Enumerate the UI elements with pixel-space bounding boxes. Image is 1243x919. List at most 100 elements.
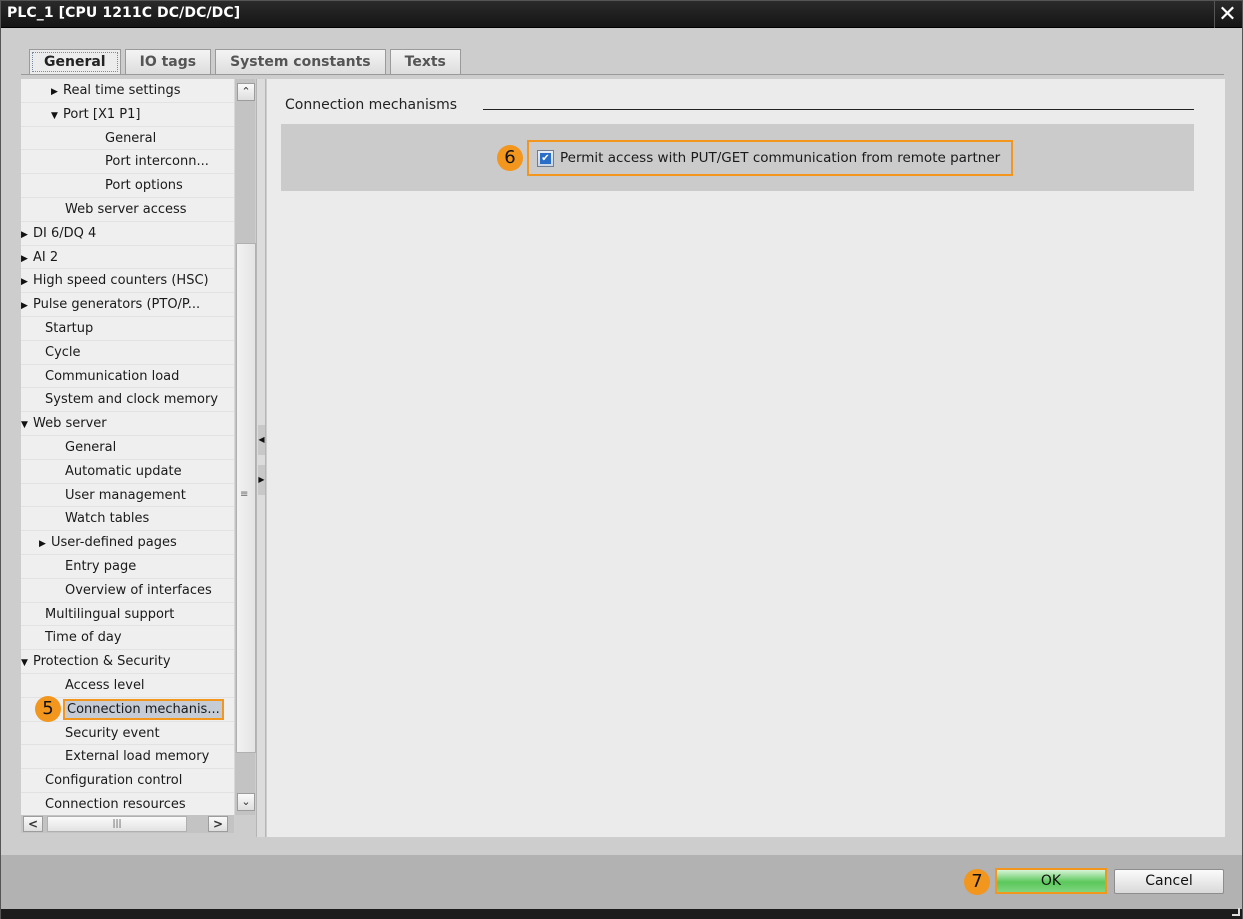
- title-bar[interactable]: PLC_1 [CPU 1211C DC/DC/DC] ✕: [1, 1, 1242, 28]
- tree-item[interactable]: Cycle: [21, 341, 234, 365]
- tree-item-label: Automatic update: [65, 463, 182, 479]
- tree-item-label: Real time settings: [63, 83, 181, 98]
- tree-item[interactable]: Entry page: [21, 555, 234, 579]
- tree-item-label: User management: [65, 487, 186, 503]
- tree-item-label: User-defined pages: [51, 535, 177, 551]
- tree-item-label: Port options: [105, 178, 183, 194]
- tree-item-label: System and clock memory: [45, 392, 219, 408]
- tree-item[interactable]: External load memory: [21, 745, 234, 770]
- collapsed-arrow-icon[interactable]: ▶: [21, 271, 33, 294]
- scroll-left-icon[interactable]: <: [23, 816, 43, 832]
- tree-horizontal-scrollbar[interactable]: < ||| >: [21, 815, 234, 833]
- tree-item-label: Multilingual support: [45, 606, 175, 622]
- step-5-badge: 5: [35, 695, 61, 722]
- put-get-option-highlight: ✔ Permit access with PUT/GET communicati…: [527, 140, 1013, 176]
- tree-item[interactable]: Security event: [21, 722, 234, 746]
- tree-item[interactable]: Port options: [21, 174, 234, 198]
- tree-item-label: Configuration control: [45, 773, 183, 789]
- collapsed-arrow-icon[interactable]: ▶: [21, 295, 33, 318]
- resize-grip-icon[interactable]: [1232, 908, 1240, 916]
- tab-general[interactable]: General: [29, 49, 121, 75]
- tree-item[interactable]: ▶ DI 6/DQ 4: [21, 222, 234, 246]
- tree-item-label: Port interconn...: [105, 154, 209, 170]
- tree-item-label: Watch tables: [65, 511, 150, 527]
- put-get-checkbox[interactable]: ✔: [537, 149, 554, 167]
- tree-item[interactable]: ▶ User-defined pages: [21, 531, 234, 555]
- horizontal-scroll-thumb[interactable]: |||: [47, 816, 187, 832]
- tree-item-label: Web server: [33, 416, 107, 432]
- expanded-arrow-icon[interactable]: ▼: [21, 414, 33, 437]
- cancel-button[interactable]: Cancel: [1114, 869, 1224, 894]
- collapsed-arrow-icon[interactable]: ▶: [51, 81, 63, 104]
- tree-item[interactable]: Watch tables: [21, 507, 234, 532]
- tree-item[interactable]: ▶ AI 2: [21, 246, 234, 270]
- settings-content-panel: Connection mechanisms 6 ✔ Permit access …: [267, 79, 1225, 837]
- tree-item[interactable]: ▶ Pulse generators (PTO/P...: [21, 293, 234, 317]
- close-icon[interactable]: ✕: [1214, 1, 1240, 28]
- scroll-right-icon[interactable]: >: [208, 816, 228, 832]
- tab-strip: General IO tags System constants Texts: [29, 49, 465, 75]
- tab-divider: [21, 74, 1224, 75]
- tree-item[interactable]: ▼ Protection & Security: [21, 650, 234, 674]
- navigation-tree: ▶ Real time settings ▼ Port [X1 P1] General P…: [21, 79, 234, 815]
- expand-right-icon[interactable]: ▶: [258, 465, 265, 495]
- tree-item[interactable]: Communication load: [21, 365, 234, 389]
- tab-io-tags[interactable]: IO tags: [124, 49, 212, 75]
- collapsed-arrow-icon[interactable]: ▶: [21, 248, 33, 271]
- scroll-down-icon[interactable]: ⌄: [237, 793, 255, 811]
- put-get-checkbox-label[interactable]: Permit access with PUT/GET communication…: [560, 150, 1000, 166]
- tree-item-label: General: [105, 130, 157, 146]
- scroll-up-icon[interactable]: ⌃: [237, 83, 255, 101]
- tree-vertical-scrollbar[interactable]: ⌃ ≡ ⌄: [234, 79, 256, 815]
- ok-button[interactable]: OK: [995, 868, 1107, 894]
- section-title: Connection mechanisms: [285, 97, 458, 113]
- tree-item[interactable]: Connection resources: [21, 793, 234, 815]
- tree-item[interactable]: Automatic update: [21, 460, 234, 484]
- tree-item[interactable]: ▼ Port [X1 P1]: [21, 103, 234, 127]
- collapsed-arrow-icon[interactable]: ▶: [21, 224, 33, 247]
- tree-item[interactable]: Startup: [21, 317, 234, 341]
- tree-item[interactable]: User management: [21, 484, 234, 508]
- tree-item[interactable]: Port interconn...: [21, 150, 234, 175]
- tree-item[interactable]: Connection mechanis... 5: [21, 695, 234, 722]
- tree-item-label: DI 6/DQ 4: [33, 225, 97, 241]
- collapse-left-icon[interactable]: ◀: [258, 425, 265, 455]
- tree-item-label: Time of day: [45, 630, 122, 646]
- tree-item[interactable]: Access level: [21, 674, 234, 698]
- expanded-arrow-icon[interactable]: ▼: [21, 652, 33, 675]
- tree-item-label: Overview of interfaces: [65, 582, 212, 598]
- tree-item[interactable]: ▼ Web server: [21, 412, 234, 436]
- tree-item-label: Security event: [65, 725, 160, 741]
- tree-item[interactable]: ▶ Real time settings: [21, 79, 234, 103]
- tree-item[interactable]: General: [21, 127, 234, 151]
- tree-item-label: Startup: [45, 320, 94, 336]
- tree-item[interactable]: Web server access: [21, 198, 234, 222]
- checkmark-icon: ✔: [540, 152, 551, 164]
- tree-item[interactable]: Multilingual support: [21, 603, 234, 627]
- tree-item-label: Cycle: [45, 344, 81, 360]
- window-bottom-edge: [1, 909, 1242, 919]
- section-divider: [483, 109, 1194, 110]
- collapsed-arrow-icon[interactable]: ▶: [39, 533, 51, 556]
- tree-item-label: AI 2: [33, 249, 59, 265]
- step-6-badge: 6: [497, 145, 523, 171]
- option-row: 6 ✔ Permit access with PUT/GET communica…: [281, 124, 1194, 191]
- tree-item[interactable]: General: [21, 436, 234, 460]
- tab-texts[interactable]: Texts: [389, 49, 461, 75]
- tree-item-label: Communication load: [45, 368, 180, 384]
- panel-splitter[interactable]: ◀ ▶: [256, 79, 266, 837]
- tree-item[interactable]: ▶ High speed counters (HSC): [21, 269, 234, 294]
- tree-item[interactable]: Time of day: [21, 626, 234, 651]
- tree-item-label: Connection resources: [45, 796, 186, 812]
- properties-dialog: PLC_1 [CPU 1211C DC/DC/DC] ✕ General IO …: [0, 0, 1243, 919]
- tree-item[interactable]: Configuration control: [21, 769, 234, 793]
- tree-item[interactable]: System and clock memory: [21, 388, 234, 413]
- footer-separator: [1, 837, 1242, 855]
- tree-item-label: High speed counters (HSC): [33, 273, 209, 289]
- tab-system-constants[interactable]: System constants: [215, 49, 386, 75]
- tree-item-label: Entry page: [65, 558, 137, 574]
- tree-item-label: Port [X1 P1]: [63, 106, 141, 122]
- tree-item[interactable]: Overview of interfaces: [21, 579, 234, 603]
- grip-icon: ≡: [240, 489, 249, 500]
- expanded-arrow-icon[interactable]: ▼: [51, 105, 63, 128]
